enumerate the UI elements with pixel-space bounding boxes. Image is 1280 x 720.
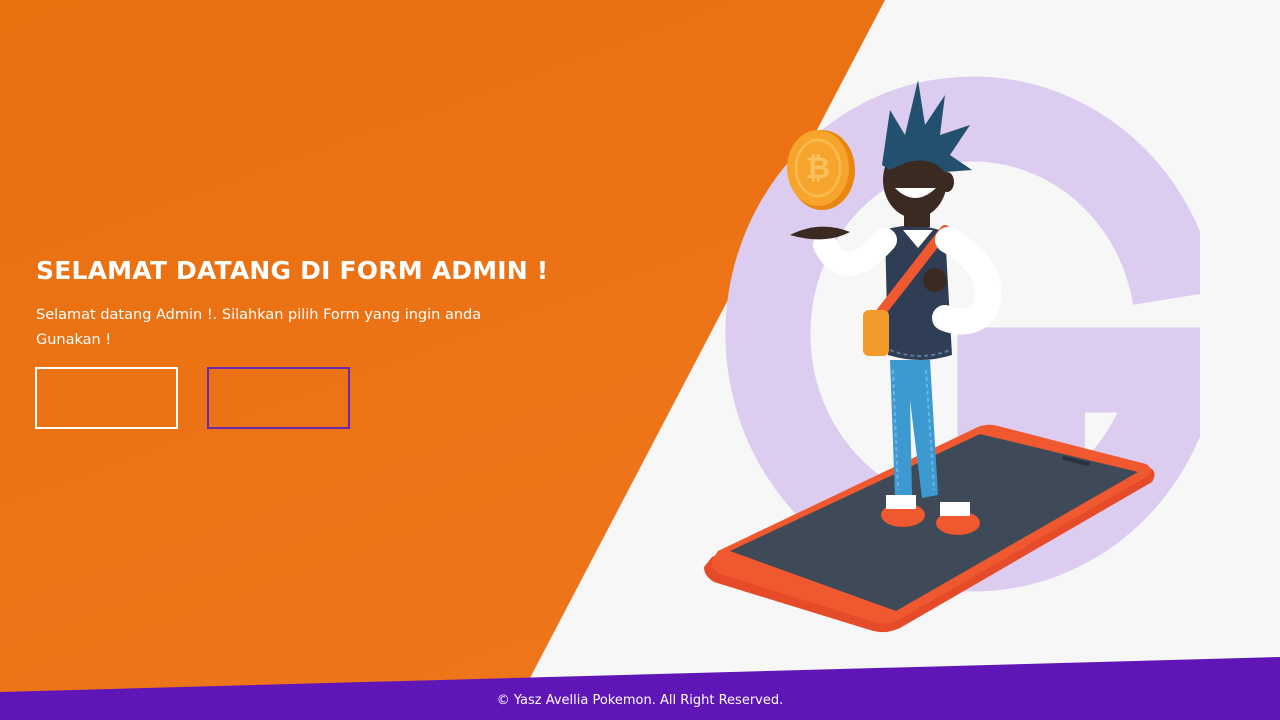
- page-title: SELAMAT DATANG DI FORM ADMIN !: [36, 256, 549, 285]
- footer-copyright: © Yasz Avellia Pokemon. All Right Reserv…: [496, 693, 784, 708]
- page-subtitle: Selamat datang Admin !. Silahkan pilih F…: [36, 307, 482, 348]
- svg-text:₿: ₿: [806, 151, 830, 186]
- form-option-button-2[interactable]: [207, 367, 350, 429]
- hero-section: SELAMAT DATANG DI FORM ADMIN ! Selamat d…: [36, 256, 556, 353]
- form-option-button-1[interactable]: [35, 367, 178, 429]
- hero-illustration: ₿: [704, 76, 1200, 633]
